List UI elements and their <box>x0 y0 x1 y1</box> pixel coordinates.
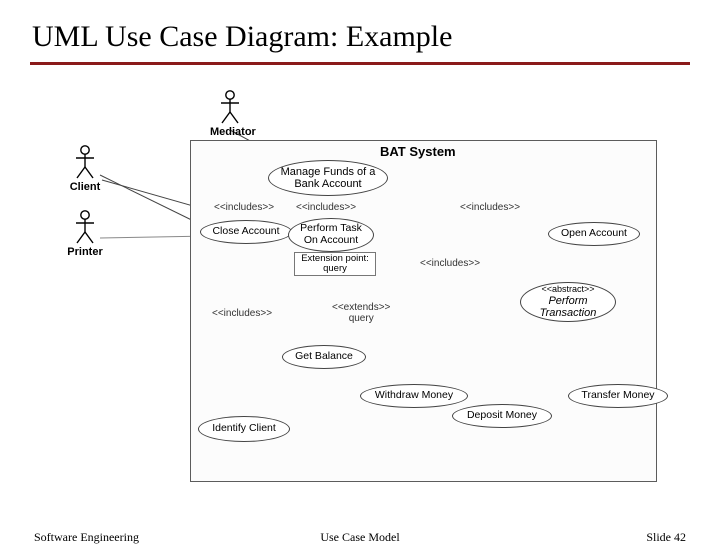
usecase-label: Manage Funds of aBank Account <box>281 166 376 190</box>
usecase-identify-client: Identify Client <box>198 416 290 442</box>
actor-label: Client <box>65 181 105 193</box>
stereotype-label: <<abstract>> <box>541 285 594 295</box>
usecase-label: Get Balance <box>295 351 353 363</box>
actor-client: Client <box>65 145 105 193</box>
usecase-manage-funds: Manage Funds of aBank Account <box>268 160 388 196</box>
usecase-close-account: Close Account <box>200 220 292 244</box>
usecase-label: Identify Client <box>212 423 276 435</box>
actor-mediator: Mediator <box>210 90 250 138</box>
actor-printer: Printer <box>65 210 105 258</box>
usecase-withdraw-money: Withdraw Money <box>360 384 468 408</box>
title-underline <box>30 62 690 65</box>
extension-point: Extension point:query <box>294 252 376 276</box>
actor-icon <box>219 90 241 124</box>
page-title: UML Use Case Diagram: Example <box>32 20 452 54</box>
usecase-label: Deposit Money <box>467 410 537 422</box>
actor-label: Printer <box>65 246 105 258</box>
includes-label: <<includes>> <box>460 202 520 213</box>
usecase-perform-task: Perform TaskOn Account <box>288 218 374 252</box>
usecase-transfer-money: Transfer Money <box>568 384 668 408</box>
slide: UML Use Case Diagram: Example <box>0 0 720 540</box>
includes-label: <<includes>> <box>420 258 480 269</box>
usecase-label: Open Account <box>561 228 627 240</box>
includes-label: <<includes>> <box>212 308 272 319</box>
actor-label: Mediator <box>210 126 250 138</box>
usecase-deposit-money: Deposit Money <box>452 404 552 428</box>
includes-label: <<includes>> <box>296 202 356 213</box>
usecase-label: Perform TaskOn Account <box>300 223 362 246</box>
actor-icon <box>74 210 96 244</box>
extends-label: <<extends>>query <box>332 302 390 324</box>
usecase-label: Withdraw Money <box>375 390 453 402</box>
usecase-perform-transaction: <<abstract>> PerformTransaction <box>520 282 616 322</box>
footer-center: Use Case Model <box>0 530 720 545</box>
usecase-get-balance: Get Balance <box>282 345 366 369</box>
footer-right: Slide 42 <box>646 530 686 545</box>
actor-icon <box>74 145 96 179</box>
usecase-label: PerformTransaction <box>540 295 597 319</box>
use-case-diagram: BAT System Mediator Client <box>60 90 660 480</box>
usecase-open-account: Open Account <box>548 222 640 246</box>
usecase-label: Close Account <box>212 226 279 238</box>
includes-label: <<includes>> <box>214 202 274 213</box>
usecase-label: Transfer Money <box>581 390 654 402</box>
system-label: BAT System <box>380 144 456 159</box>
